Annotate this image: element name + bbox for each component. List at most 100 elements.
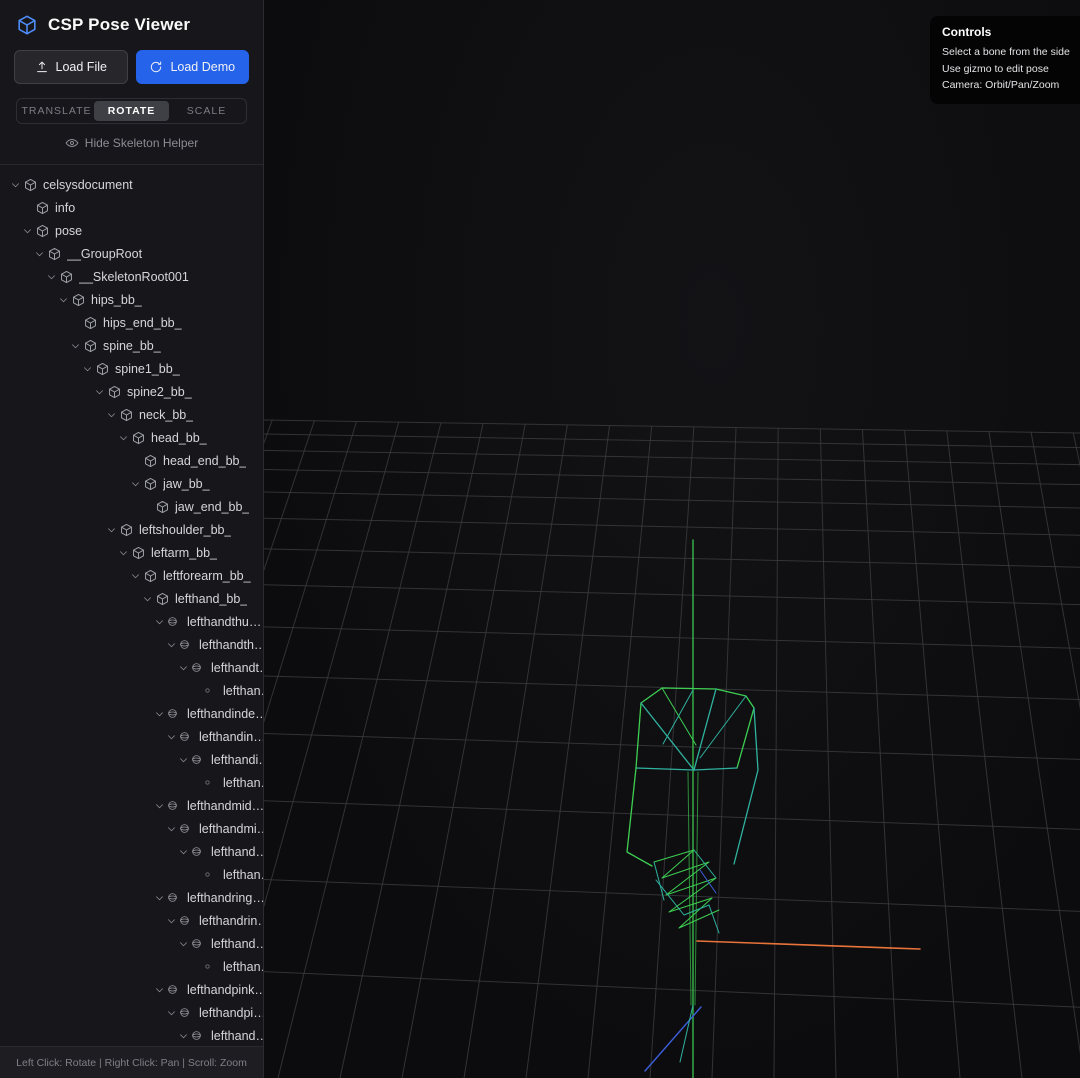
chevron-down-icon[interactable]	[92, 386, 107, 398]
chevron-spacer	[140, 501, 155, 513]
tree-item[interactable]: lefthand…	[0, 1024, 263, 1046]
chevron-down-icon[interactable]	[176, 754, 191, 766]
tree-item[interactable]: lefthandmi…	[0, 817, 263, 840]
chevron-down-icon[interactable]	[128, 478, 143, 490]
controls-title: Controls	[942, 25, 1080, 39]
tree-item[interactable]: jaw_bb_	[0, 472, 263, 495]
tree-item[interactable]: celsysdocument	[0, 173, 263, 196]
tree-item[interactable]: lefthandi…	[0, 748, 263, 771]
tree-item[interactable]: info	[0, 196, 263, 219]
tree-item[interactable]: lefthan…	[0, 863, 263, 886]
hide-skeleton-helper-toggle[interactable]: Hide Skeleton Helper	[0, 130, 263, 156]
mode-tab-rotate[interactable]: ROTATE	[94, 101, 169, 121]
tree-item[interactable]: lefthandrin…	[0, 909, 263, 932]
chevron-down-icon[interactable]	[176, 846, 191, 858]
tree-item[interactable]: lefthan…	[0, 679, 263, 702]
chevron-down-icon[interactable]	[116, 547, 131, 559]
tree-item[interactable]: __GroupRoot	[0, 242, 263, 265]
chevron-down-icon[interactable]	[176, 1030, 191, 1042]
chevron-down-icon[interactable]	[116, 432, 131, 444]
tree-item-label: lefthand…	[211, 1029, 263, 1043]
box-icon	[107, 385, 122, 399]
tree-item[interactable]: lefthandthu…	[0, 610, 263, 633]
tree-item-label: hips_bb_	[91, 293, 142, 307]
tree-item-label: celsysdocument	[43, 178, 133, 192]
tree-item-label: lefthan…	[223, 684, 263, 698]
chevron-down-icon[interactable]	[164, 915, 179, 927]
skeleton-wireframe[interactable]	[627, 540, 920, 1078]
tree-item[interactable]: neck_bb_	[0, 403, 263, 426]
chevron-spacer	[188, 869, 203, 881]
tree-item[interactable]: lefthandpink…	[0, 978, 263, 1001]
chevron-down-icon[interactable]	[68, 340, 83, 352]
tree-item-label: jaw_bb_	[163, 477, 210, 491]
chevron-down-icon[interactable]	[140, 593, 155, 605]
tree-item-label: lefthandmid…	[187, 799, 263, 813]
tree-item[interactable]: jaw_end_bb_	[0, 495, 263, 518]
chevron-down-icon[interactable]	[152, 616, 167, 628]
tree-item[interactable]: lefthan…	[0, 955, 263, 978]
chevron-down-icon[interactable]	[164, 731, 179, 743]
chevron-down-icon[interactable]	[104, 409, 119, 421]
viewport-3d[interactable]: Controls Select a bone from the sideUse …	[264, 0, 1080, 1078]
chevron-down-icon[interactable]	[164, 1007, 179, 1019]
tree-item[interactable]: lefthand_bb_	[0, 587, 263, 610]
tree-item[interactable]: lefthandt…	[0, 656, 263, 679]
tree-item[interactable]: hips_bb_	[0, 288, 263, 311]
chevron-down-icon[interactable]	[20, 225, 35, 237]
tree-item[interactable]: lefthandring…	[0, 886, 263, 909]
chevron-down-icon[interactable]	[128, 570, 143, 582]
chevron-down-icon[interactable]	[164, 823, 179, 835]
tree-item-label: neck_bb_	[139, 408, 193, 422]
load-demo-button[interactable]: Load Demo	[136, 50, 250, 84]
tree-item[interactable]: lefthandin…	[0, 725, 263, 748]
load-file-button[interactable]: Load File	[14, 50, 128, 84]
tree-item-label: lefthandpink…	[187, 983, 263, 997]
tree-item[interactable]: head_end_bb_	[0, 449, 263, 472]
tree-item[interactable]: leftforearm_bb_	[0, 564, 263, 587]
chevron-down-icon[interactable]	[80, 363, 95, 375]
mode-tab-translate[interactable]: TRANSLATE	[19, 101, 94, 121]
tree-item[interactable]: lefthandth…	[0, 633, 263, 656]
chevron-down-icon[interactable]	[152, 708, 167, 720]
chevron-down-icon[interactable]	[152, 984, 167, 996]
chevron-down-icon[interactable]	[152, 800, 167, 812]
chevron-down-icon[interactable]	[8, 179, 23, 191]
chevron-down-icon[interactable]	[44, 271, 59, 283]
chevron-down-icon[interactable]	[176, 938, 191, 950]
chevron-down-icon[interactable]	[32, 248, 47, 260]
tree-item[interactable]: pose	[0, 219, 263, 242]
tree-item[interactable]: spine1_bb_	[0, 357, 263, 380]
chevron-down-icon[interactable]	[164, 639, 179, 651]
tree-item[interactable]: lefthan…	[0, 771, 263, 794]
tree-item[interactable]: lefthandpi…	[0, 1001, 263, 1024]
tree-item[interactable]: __SkeletonRoot001	[0, 265, 263, 288]
chevron-spacer	[188, 961, 203, 973]
tree-item-label: lefthandmi…	[199, 822, 263, 836]
tree-item[interactable]: hips_end_bb_	[0, 311, 263, 334]
chevron-spacer	[188, 777, 203, 789]
tree-item[interactable]: lefthandinde…	[0, 702, 263, 725]
tree-item[interactable]: head_bb_	[0, 426, 263, 449]
controls-lines: Select a bone from the sideUse gizmo to …	[942, 44, 1080, 94]
box-icon	[143, 454, 158, 468]
dot-icon	[203, 960, 218, 974]
mode-tab-scale[interactable]: SCALE	[169, 101, 244, 121]
tree-item[interactable]: lefthand…	[0, 932, 263, 955]
chevron-down-icon[interactable]	[152, 892, 167, 904]
tree-item[interactable]: leftshoulder_bb_	[0, 518, 263, 541]
sphere-icon	[167, 615, 182, 629]
box-icon	[23, 178, 38, 192]
tree-item[interactable]: spine_bb_	[0, 334, 263, 357]
chevron-down-icon[interactable]	[176, 662, 191, 674]
upload-icon	[35, 60, 49, 74]
tree-item[interactable]: lefthandmid…	[0, 794, 263, 817]
tree-item[interactable]: lefthand…	[0, 840, 263, 863]
chevron-down-icon[interactable]	[104, 524, 119, 536]
tree-item[interactable]: leftarm_bb_	[0, 541, 263, 564]
chevron-down-icon[interactable]	[56, 294, 71, 306]
sphere-icon	[191, 753, 206, 767]
tree-item-label: lefthandpi…	[199, 1006, 263, 1020]
tree-item[interactable]: spine2_bb_	[0, 380, 263, 403]
tree-item-label: lefthandth…	[199, 638, 263, 652]
